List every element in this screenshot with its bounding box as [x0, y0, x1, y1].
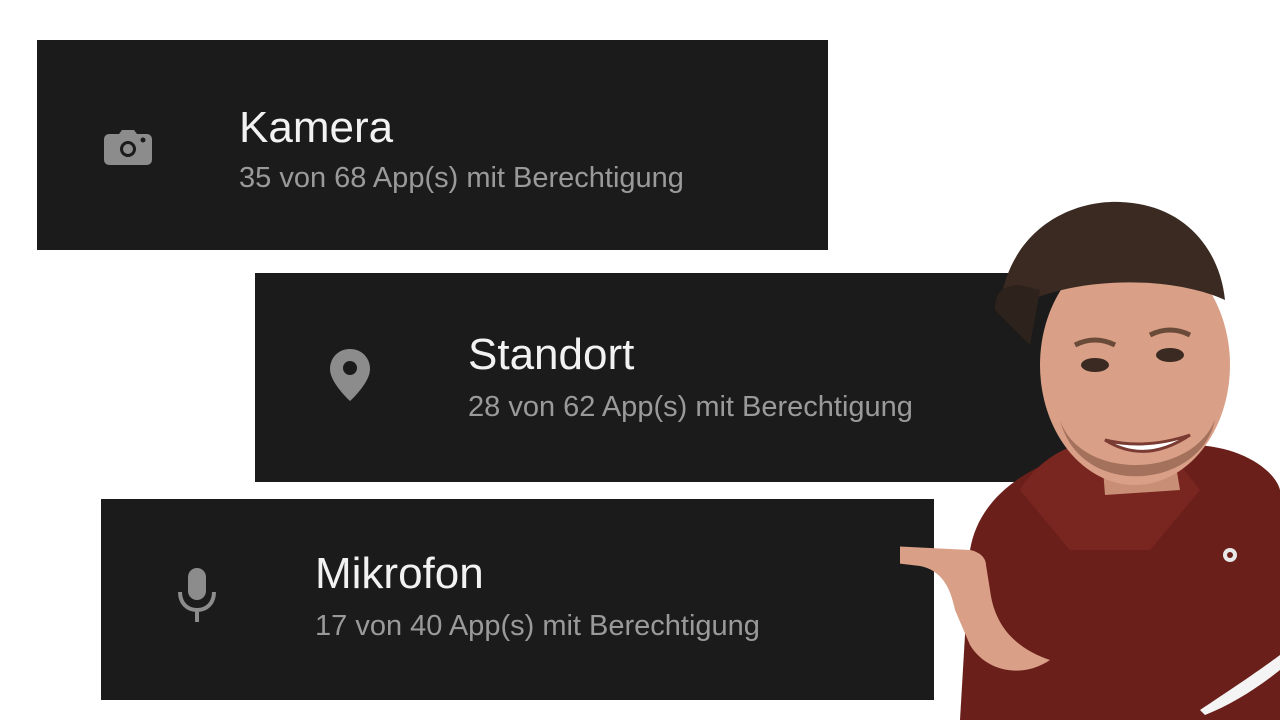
- permission-item-kamera[interactable]: Kamera 35 von 68 App(s) mit Berechtigung: [37, 40, 828, 250]
- permission-title: Standort: [468, 330, 635, 379]
- person-pointing-photo: [862, 190, 1280, 720]
- permission-subtitle: 17 von 40 App(s) mit Berechtigung: [315, 610, 760, 642]
- permission-subtitle: 28 von 62 App(s) mit Berechtigung: [468, 391, 913, 423]
- permission-title: Mikrofon: [315, 549, 484, 598]
- permission-title: Kamera: [239, 103, 394, 152]
- microphone-icon: [176, 566, 218, 629]
- camera-icon: [103, 128, 153, 171]
- permission-item-mikrofon[interactable]: Mikrofon 17 von 40 App(s) mit Berechtigu…: [101, 499, 934, 700]
- location-pin-icon: [328, 347, 372, 408]
- permission-subtitle: 35 von 68 App(s) mit Berechtigung: [239, 162, 684, 194]
